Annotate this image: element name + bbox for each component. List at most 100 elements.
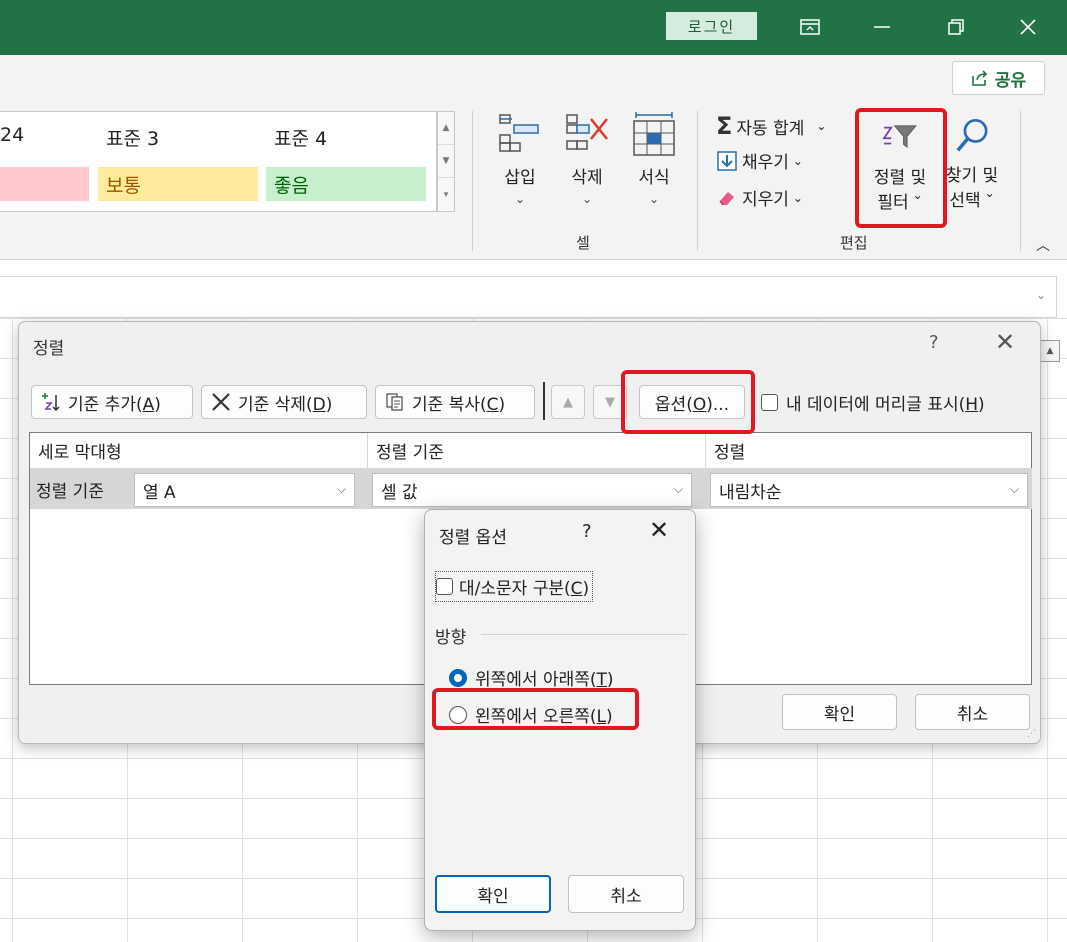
sigma-icon: Σ <box>716 112 733 140</box>
radio-selected[interactable] <box>449 668 467 687</box>
collapse-ribbon-icon[interactable]: ︿ <box>1036 235 1050 255</box>
fill-button[interactable]: 채우기 ⌄ <box>716 148 803 173</box>
cancel-button[interactable]: 취소 <box>568 875 684 913</box>
magnifier-icon <box>956 118 988 152</box>
toolbar-separator <box>543 382 545 420</box>
minimize-icon[interactable] <box>862 12 902 42</box>
share-button[interactable]: 공유 <box>952 61 1045 95</box>
style-name: 24 <box>0 124 25 146</box>
insert-button[interactable]: 삽입 ⌄ <box>496 111 544 206</box>
ribbon-separator <box>472 111 473 251</box>
sort-on-select[interactable]: 셀 값 ⌵ <box>372 473 692 507</box>
help-button[interactable]: ? <box>929 332 939 353</box>
title-bar: 로그인 <box>0 0 1067 55</box>
style-bad[interactable] <box>0 167 89 201</box>
resize-grip-icon[interactable]: ⋰ <box>1027 729 1036 739</box>
format-button[interactable]: 서식 ⌄ <box>630 111 678 206</box>
find-select-label-2: 선택 <box>949 191 981 211</box>
add-level-label: 기준 추가(A) <box>68 394 161 415</box>
top-to-bottom-label: 위쪽에서 아래쪽(T) <box>475 670 614 690</box>
fill-down-icon <box>717 150 737 171</box>
arrow-down-icon: ▼ <box>605 394 615 410</box>
gallery-up-icon[interactable]: ▲ <box>438 112 454 145</box>
cell-styles-gallery: 24 표준 3 표준 4 보통 좋음 <box>0 111 437 212</box>
style-good[interactable]: 좋음 <box>266 167 426 201</box>
sort-on-select-value: 셀 값 <box>381 482 418 503</box>
gallery-scrollbar[interactable]: ▲ ▼ ▾ <box>437 111 455 212</box>
close-icon[interactable] <box>1008 12 1048 42</box>
cells-group-label: 셀 <box>576 234 590 252</box>
style-neutral[interactable]: 보통 <box>98 167 258 201</box>
cancel-button[interactable]: 취소 <box>915 694 1030 730</box>
arrow-up-icon: ▲ <box>563 394 573 410</box>
highlight-sort-filter <box>855 108 947 228</box>
delete-label: 삭제 <box>571 168 603 188</box>
gallery-down-icon[interactable]: ▼ <box>438 145 454 178</box>
restore-icon[interactable] <box>936 12 976 42</box>
chevron-down-icon: ⌄ <box>816 119 827 133</box>
fill-label: 채우기 <box>742 153 789 173</box>
ok-button[interactable]: 확인 <box>435 875 551 913</box>
editing-group-label: 편집 <box>840 234 868 252</box>
share-label: 공유 <box>994 70 1027 91</box>
column-header-sort-on: 정렬 기준 <box>368 433 706 469</box>
copy-level-label: 기준 복사(C) <box>412 394 506 415</box>
insert-cells-icon <box>499 114 539 152</box>
ribbon-separator <box>697 111 698 251</box>
gallery-more-icon[interactable]: ▾ <box>438 178 454 211</box>
checkbox-box[interactable] <box>761 394 778 411</box>
insert-label: 삽입 <box>504 168 536 188</box>
chevron-down-icon: ⌵ <box>673 482 683 496</box>
delete-level-button[interactable]: 기준 삭제(D) <box>201 385 367 419</box>
format-cells-icon <box>633 112 675 156</box>
column-header-order: 정렬 <box>706 433 1032 469</box>
order-select-value: 내림차순 <box>719 482 782 503</box>
clear-label: 지우기 <box>742 190 789 210</box>
column-select[interactable]: 열 A ⌵ <box>134 473 355 507</box>
highlight-left-to-right <box>432 688 639 730</box>
formula-bar[interactable] <box>0 276 1057 318</box>
copy-level-button[interactable]: 기준 복사(C) <box>375 385 535 419</box>
case-sensitive-checkbox[interactable]: 대/소문자 구분(C) <box>435 571 594 602</box>
case-sensitive-label: 대/소문자 구분(C) <box>459 579 590 599</box>
highlight-options <box>621 370 755 434</box>
orientation-divider <box>481 634 687 635</box>
close-button[interactable]: ✕ <box>649 516 669 544</box>
has-headers-checkbox[interactable]: 내 데이터에 머리글 표시(H) <box>761 390 985 415</box>
eraser-icon <box>719 191 734 205</box>
add-level-button[interactable]: 기준 추가(A) <box>31 385 193 419</box>
style-name: 표준 4 <box>274 128 328 150</box>
options-dialog-title: 정렬 옵션 <box>439 528 507 548</box>
orientation-label: 방향 <box>435 628 467 648</box>
chevron-down-icon: ⌄ <box>792 190 803 205</box>
scroll-up-icon[interactable]: ▲ <box>1040 340 1060 362</box>
column-header-column: 세로 막대형 <box>30 433 368 469</box>
delete-level-label: 기준 삭제(D) <box>238 394 333 415</box>
column-select-value: 열 A <box>143 482 176 503</box>
copy-icon <box>386 393 403 411</box>
close-button[interactable]: ✕ <box>995 328 1015 356</box>
delete-cells-icon <box>566 114 608 150</box>
chevron-down-icon: ⌄ <box>792 153 803 168</box>
checkbox-box[interactable] <box>436 578 453 595</box>
autosum-button[interactable]: Σ 자동 합계 ⌄ <box>716 112 826 140</box>
share-icon <box>972 70 987 86</box>
login-button[interactable]: 로그인 <box>666 12 757 40</box>
chevron-down-icon: ⌄ <box>581 192 593 206</box>
help-button[interactable]: ? <box>582 521 592 542</box>
ribbon-display-icon[interactable] <box>790 12 830 42</box>
radio-top-to-bottom[interactable]: 위쪽에서 아래쪽(T) <box>449 665 614 690</box>
ribbon-separator <box>1020 111 1021 251</box>
clear-button[interactable]: 지우기 ⌄ <box>716 185 803 210</box>
format-label: 서식 <box>638 168 670 188</box>
delete-x-icon <box>212 393 230 411</box>
delete-button[interactable]: 삭제 ⌄ <box>563 111 611 206</box>
expand-formula-icon[interactable]: ⌄ <box>1036 288 1046 302</box>
chevron-down-icon: ⌵ <box>1009 482 1019 496</box>
ok-button[interactable]: 확인 <box>782 694 897 730</box>
move-up-button[interactable]: ▲ <box>551 385 585 419</box>
sort-dialog-title: 정렬 <box>33 339 65 359</box>
order-select[interactable]: 내림차순 ⌵ <box>710 473 1028 507</box>
has-headers-label: 내 데이터에 머리글 표시(H) <box>786 395 985 415</box>
chevron-down-icon: ⌄ <box>514 192 526 206</box>
